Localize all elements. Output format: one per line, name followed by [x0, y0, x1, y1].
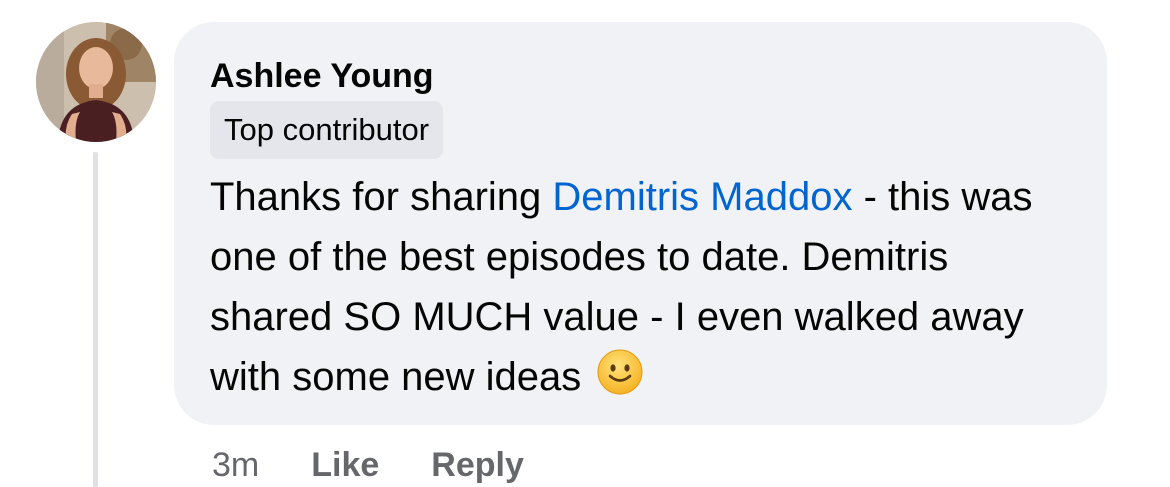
avatar-photo [36, 22, 156, 142]
slightly-smiling-face-icon [597, 349, 643, 395]
thread-connector-line [93, 152, 98, 487]
mention-link[interactable]: Demitris Maddox [552, 175, 852, 219]
comment-text-part: Thanks for sharing [210, 175, 553, 219]
comment-actions: 3m Like Reply [212, 443, 576, 487]
top-contributor-badge: Top contributor [210, 101, 444, 159]
reply-button[interactable]: Reply [431, 446, 524, 485]
avatar[interactable] [36, 22, 156, 142]
comment-author-name[interactable]: Ashlee Young [210, 56, 1071, 96]
like-button[interactable]: Like [311, 446, 379, 485]
comment-timestamp[interactable]: 3m [212, 446, 259, 485]
comment-text: Thanks for sharing Demitris Maddox - thi… [210, 167, 1080, 407]
comment-bubble: Ashlee Young Top contributor Thanks for … [174, 22, 1107, 425]
